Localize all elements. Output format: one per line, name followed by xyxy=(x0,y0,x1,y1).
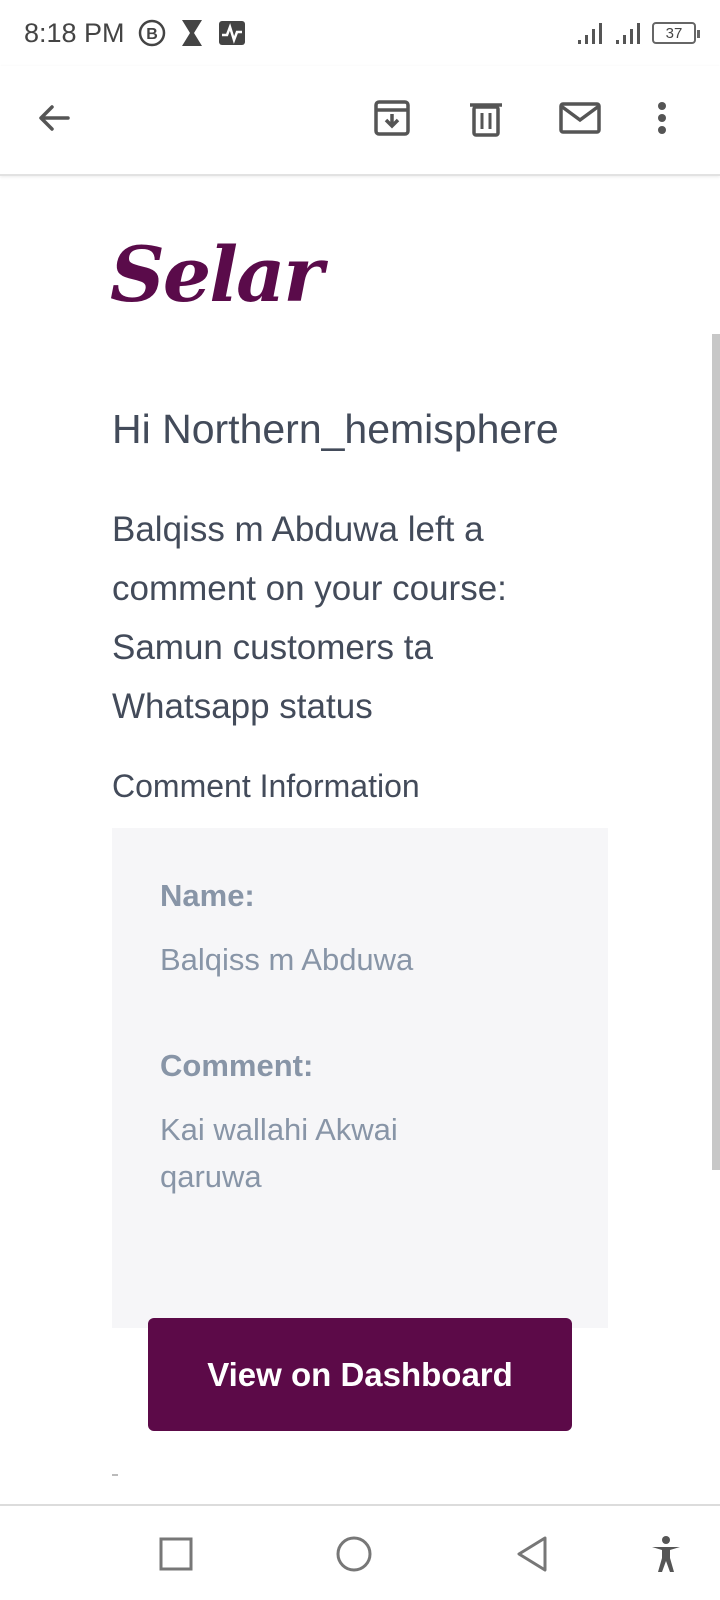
accessibility-icon xyxy=(652,1536,680,1572)
scrollbar[interactable] xyxy=(712,334,720,1170)
battery-level: 37 xyxy=(665,24,683,42)
status-time: 8:18 PM xyxy=(24,17,125,48)
divider xyxy=(112,1474,118,1476)
mark-unread-button[interactable] xyxy=(552,90,608,146)
archive-button[interactable] xyxy=(364,90,420,146)
comment-label: Comment: xyxy=(160,1048,314,1083)
notification-message: Balqiss m Abduwa left a comment on your … xyxy=(112,510,507,726)
email-body[interactable]: Selar Hi Northern_hemisphere Balqiss m A… xyxy=(0,178,720,1504)
comment-info-box: Name: Balqiss m Abduwa Comment: Kai wall… xyxy=(112,828,608,1328)
back-triangle-icon xyxy=(517,1536,547,1572)
name-label: Name: xyxy=(160,878,255,913)
back-arrow-icon xyxy=(39,105,70,131)
name-value: Balqiss m Abduwa xyxy=(160,942,414,977)
activity-icon xyxy=(217,19,247,47)
b-circle-icon: B xyxy=(137,18,167,48)
recents-button[interactable] xyxy=(150,1528,202,1580)
comment-info-heading: Comment Information xyxy=(112,768,420,804)
delete-icon xyxy=(470,103,502,137)
home-circle-icon xyxy=(336,1536,372,1572)
delete-button[interactable] xyxy=(458,90,514,146)
hourglass-icon xyxy=(179,18,205,48)
email-toolbar xyxy=(0,66,720,176)
selar-logo: Selar xyxy=(110,230,323,319)
comment-value: Kai wallahi Akwai qaruwa xyxy=(160,1112,398,1194)
svg-text:B: B xyxy=(146,26,158,43)
signal-icon xyxy=(576,20,606,46)
signal-icon-2 xyxy=(614,20,644,46)
back-button[interactable] xyxy=(26,90,82,146)
system-nav-bar xyxy=(0,1504,720,1600)
mark-unread-icon xyxy=(559,102,601,134)
home-button[interactable] xyxy=(328,1528,380,1580)
recents-square-icon xyxy=(159,1537,193,1571)
accessibility-button[interactable] xyxy=(640,1528,692,1580)
back-nav-button[interactable] xyxy=(506,1528,558,1580)
battery-icon: 37 xyxy=(652,22,700,44)
archive-icon xyxy=(374,100,410,136)
greeting: Hi Northern_hemisphere xyxy=(112,406,559,452)
status-bar: 8:18 PM B 37 xyxy=(0,0,720,66)
more-vert-icon xyxy=(658,102,666,134)
more-options-button[interactable] xyxy=(634,90,690,146)
view-dashboard-button[interactable]: View on Dashboard xyxy=(148,1318,572,1431)
